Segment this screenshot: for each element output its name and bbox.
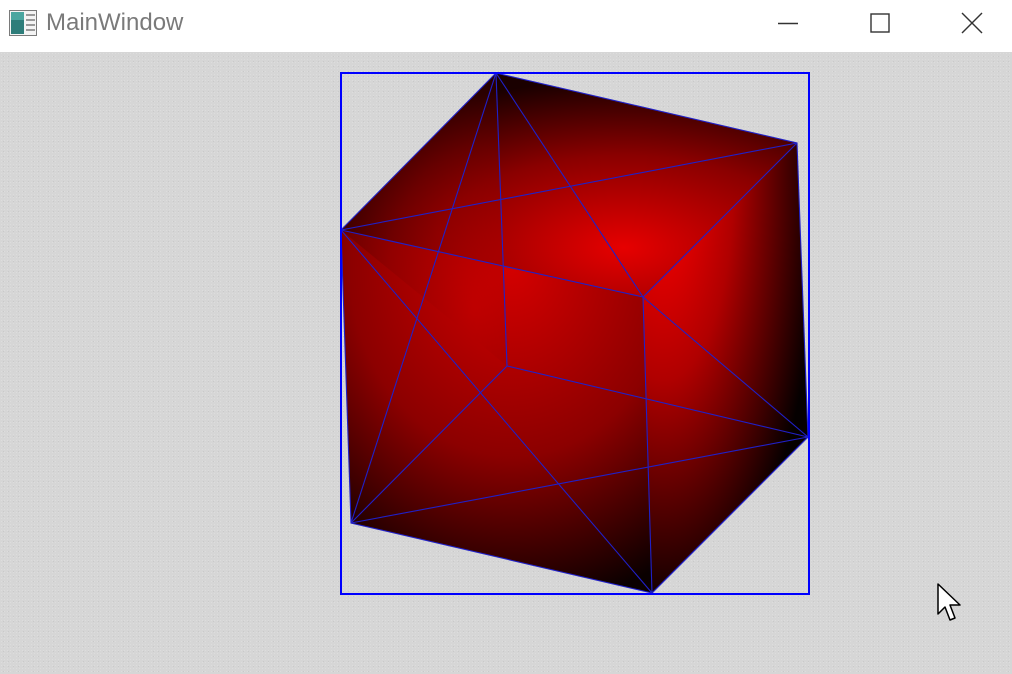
main-window: MainWindow (0, 0, 1012, 674)
minimize-button[interactable] (742, 0, 834, 46)
close-button[interactable] (926, 0, 1012, 46)
minimize-icon (778, 22, 798, 25)
title-bar[interactable]: MainWindow (0, 0, 1012, 48)
close-icon (961, 12, 983, 34)
mouse-pointer-icon (937, 583, 961, 621)
cube-scene (340, 72, 810, 595)
app-window-icon (9, 10, 37, 36)
window-title: MainWindow (46, 9, 184, 36)
maximize-button[interactable] (834, 0, 926, 46)
render-viewport[interactable] (0, 52, 1012, 674)
maximize-icon (870, 13, 890, 33)
